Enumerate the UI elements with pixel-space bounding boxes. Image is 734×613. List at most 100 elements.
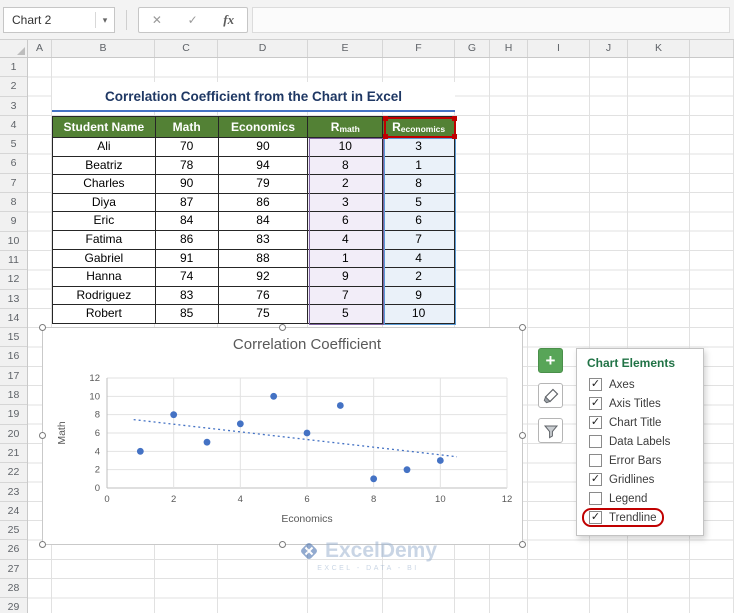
table-cell[interactable]: 6 — [308, 212, 384, 231]
column-header-F[interactable]: F — [383, 40, 455, 57]
row-header-16[interactable]: 16 — [0, 347, 27, 367]
table-cell[interactable]: 10 — [308, 138, 384, 157]
insert-function-icon[interactable]: fx — [223, 12, 234, 28]
data-point[interactable] — [303, 429, 311, 437]
table-header-cell[interactable]: Reconomics — [383, 117, 456, 138]
table-header-cell[interactable]: Math — [155, 117, 219, 138]
table-cell[interactable]: 4 — [383, 249, 456, 269]
chart-element-item-axis-titles[interactable]: ✓ Axis Titles — [582, 394, 698, 413]
row-header-19[interactable]: 19 — [0, 405, 27, 425]
table-cell[interactable]: Gabriel — [53, 249, 156, 269]
row-header-3[interactable]: 3 — [0, 97, 27, 116]
column-header-E[interactable]: E — [308, 40, 383, 57]
table-cell[interactable]: 76 — [218, 286, 309, 306]
table-cell[interactable]: Fatima — [53, 230, 156, 250]
row-header-15[interactable]: 15 — [0, 328, 27, 348]
table-cell[interactable]: 7 — [308, 286, 384, 306]
table-cell[interactable]: 4 — [308, 230, 384, 250]
row-header-25[interactable]: 25 — [0, 521, 27, 541]
chart-filters-button[interactable] — [538, 418, 563, 443]
row-header-23[interactable]: 23 — [0, 483, 27, 502]
table-cell[interactable]: 79 — [218, 175, 309, 194]
chart-selection-handle[interactable] — [278, 324, 286, 331]
table-cell[interactable]: 8 — [383, 175, 456, 194]
table-cell[interactable]: 70 — [155, 138, 219, 157]
chart-elements-button[interactable]: + — [538, 348, 563, 373]
chart-selection-handle[interactable] — [39, 432, 46, 439]
data-point[interactable] — [236, 420, 244, 428]
table-cell[interactable]: 5 — [383, 193, 456, 213]
chart-element-item-trendline[interactable]: ✓ Trendline — [582, 508, 664, 527]
row-header-29[interactable]: 29 — [0, 598, 27, 613]
table-cell[interactable]: Rodriguez — [53, 286, 156, 306]
table-cell[interactable]: 2 — [383, 268, 456, 287]
table-cell[interactable]: 2 — [308, 175, 384, 194]
row-header-14[interactable]: 14 — [0, 309, 27, 329]
name-box[interactable]: Chart 2 ▾ — [3, 7, 115, 33]
table-cell[interactable]: 86 — [218, 193, 309, 213]
formula-input[interactable] — [252, 7, 730, 33]
row-header-28[interactable]: 28 — [0, 579, 27, 599]
row-header-24[interactable]: 24 — [0, 502, 27, 522]
row-header-21[interactable]: 21 — [0, 444, 27, 464]
table-cell[interactable]: Hanna — [53, 268, 156, 287]
row-header-17[interactable]: 17 — [0, 367, 27, 387]
row-header-8[interactable]: 8 — [0, 193, 27, 213]
chart-element-item-gridlines[interactable]: ✓ Gridlines — [582, 470, 698, 489]
chart-selection-handle[interactable] — [278, 541, 286, 548]
table-cell[interactable]: 6 — [383, 212, 456, 231]
data-point[interactable] — [270, 392, 278, 400]
chevron-down-icon[interactable]: ▾ — [96, 15, 114, 26]
data-point[interactable] — [203, 438, 211, 446]
table-cell[interactable]: 1 — [308, 249, 384, 269]
checkbox-unchecked[interactable] — [589, 435, 602, 448]
column-header-B[interactable]: B — [52, 40, 155, 57]
cancel-icon[interactable]: ✕ — [152, 13, 162, 27]
enter-icon[interactable]: ✓ — [188, 13, 198, 27]
table-cell[interactable]: 9 — [308, 268, 384, 287]
chart-selection-handle[interactable] — [519, 324, 526, 331]
row-header-18[interactable]: 18 — [0, 386, 27, 406]
checkbox-checked[interactable]: ✓ — [589, 511, 602, 524]
table-cell[interactable]: Eric — [53, 212, 156, 231]
select-all-corner[interactable] — [0, 40, 28, 57]
chart-selection-handle[interactable] — [39, 324, 46, 331]
table-cell[interactable]: 86 — [155, 230, 219, 250]
table-cell[interactable]: 8 — [308, 156, 384, 176]
table-cell[interactable]: 83 — [218, 230, 309, 250]
table-cell[interactable]: 87 — [155, 193, 219, 213]
table-cell[interactable]: 1 — [383, 156, 456, 176]
row-header-7[interactable]: 7 — [0, 174, 27, 194]
row-header-4[interactable]: 4 — [0, 116, 27, 136]
data-point[interactable] — [370, 475, 378, 483]
data-point[interactable] — [436, 457, 444, 464]
table-cell[interactable]: 90 — [218, 138, 309, 157]
checkbox-unchecked[interactable] — [589, 454, 602, 467]
column-header-partial[interactable] — [690, 40, 734, 57]
table-header-cell[interactable]: Student Name — [53, 117, 156, 138]
row-header-1[interactable]: 1 — [0, 58, 27, 78]
checkbox-unchecked[interactable] — [589, 492, 602, 505]
row-header-13[interactable]: 13 — [0, 290, 27, 309]
y-axis-title[interactable]: Math — [56, 421, 68, 445]
column-header-C[interactable]: C — [155, 40, 218, 57]
checkbox-checked[interactable]: ✓ — [589, 473, 602, 486]
table-cell[interactable]: 74 — [155, 268, 219, 287]
column-header-A[interactable]: A — [28, 40, 52, 57]
row-header-9[interactable]: 9 — [0, 212, 27, 232]
chart-element-item-data-labels[interactable]: Data Labels — [582, 432, 698, 451]
table-cell[interactable]: 84 — [218, 212, 309, 231]
checkbox-checked[interactable]: ✓ — [589, 416, 602, 429]
table-header-cell[interactable]: Economics — [218, 117, 309, 138]
table-cell[interactable]: Diya — [53, 193, 156, 213]
table-cell[interactable]: Robert — [53, 305, 156, 324]
row-header-6[interactable]: 6 — [0, 154, 27, 174]
table-cell[interactable]: 94 — [218, 156, 309, 176]
data-point[interactable] — [403, 466, 411, 474]
chart-element-item-axes[interactable]: ✓ Axes — [582, 375, 698, 394]
row-header-5[interactable]: 5 — [0, 135, 27, 155]
table-cell[interactable]: Charles — [53, 175, 156, 194]
table-cell[interactable]: Beatriz — [53, 156, 156, 176]
row-header-12[interactable]: 12 — [0, 270, 27, 290]
chart-element-item-chart-title[interactable]: ✓ Chart Title — [582, 413, 698, 432]
